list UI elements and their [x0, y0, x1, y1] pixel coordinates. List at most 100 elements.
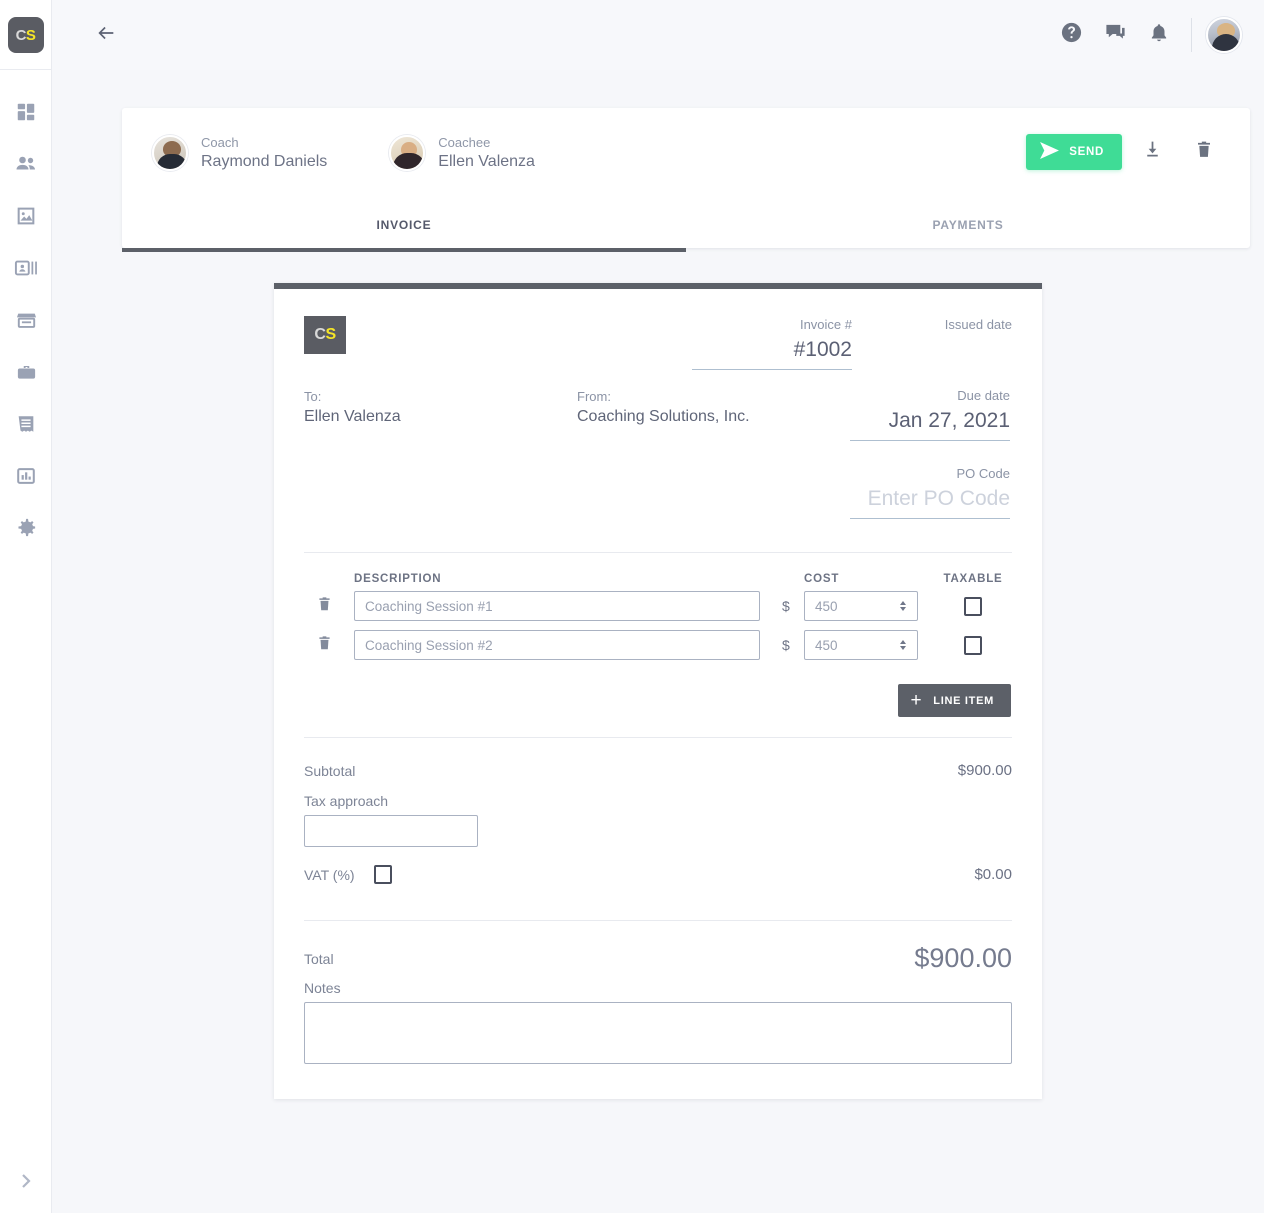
invoice-header-row: CS Invoice # #1002 Issued date — [304, 316, 1012, 370]
coach-avatar — [152, 135, 188, 171]
address-row: To: Ellen Valenza From: Coaching Solutio… — [304, 387, 1012, 519]
due-date-field[interactable]: Due date Jan 27, 2021 — [850, 387, 1010, 441]
sidebar-item-reports[interactable] — [0, 452, 52, 504]
stepper-up-icon — [900, 640, 906, 644]
totals-section: Subtotal $900.00 Tax approach VAT (%) $0… — [304, 762, 1012, 1069]
line-item-1-description-cell — [354, 591, 760, 621]
help-icon — [1060, 21, 1083, 49]
vat-label: VAT (%) — [304, 866, 355, 883]
vat-left-group: VAT (%) — [304, 865, 392, 884]
line-item-2-taxable-checkbox[interactable] — [964, 635, 982, 655]
trash-icon — [316, 634, 333, 657]
sidebar-items — [0, 88, 51, 556]
line-item-2-taxable-cell — [934, 635, 1012, 655]
people-icon — [14, 152, 38, 181]
dashboard-icon — [15, 101, 37, 128]
divider-above-totals — [304, 737, 1012, 738]
line-item-1-cost-stepper[interactable] — [897, 598, 909, 614]
add-line-item-button[interactable]: + LINE ITEM — [897, 684, 1011, 717]
app-root: CS Coach Raymond Daniels Coachee Ellen V… — [0, 0, 1264, 1213]
coachee-name: Ellen Valenza — [438, 153, 535, 170]
notifications-button[interactable] — [1137, 13, 1181, 57]
sidebar-item-contacts[interactable] — [0, 244, 52, 296]
line-item-1-taxable-cell — [934, 596, 1012, 616]
topbar — [52, 0, 1264, 70]
help-button[interactable] — [1049, 13, 1093, 57]
notes-textarea[interactable] — [304, 1002, 1012, 1064]
issued-date-label: Issued date — [944, 317, 1012, 332]
invoice-number-value: #1002 — [692, 334, 852, 370]
invoice-logo-letter-s: S — [325, 326, 336, 343]
sidebar-item-people[interactable] — [0, 140, 52, 192]
sidebar-item-settings[interactable] — [0, 504, 52, 556]
sidebar-item-invoices[interactable] — [0, 400, 52, 452]
stepper-up-icon — [900, 601, 906, 605]
briefcase-icon — [15, 361, 38, 388]
user-avatar[interactable] — [1206, 17, 1242, 53]
sidebar-item-store[interactable] — [0, 296, 52, 348]
po-code-label: PO Code — [956, 466, 1010, 481]
vat-checkbox[interactable] — [373, 865, 392, 884]
invoice-logo: CS — [304, 316, 346, 354]
vat-row: VAT (%) $0.00 — [304, 865, 1012, 884]
app-logo[interactable]: CS — [7, 17, 44, 53]
from-label: From: — [577, 389, 611, 404]
stepper-down-icon — [900, 646, 906, 650]
due-date-value: Jan 27, 2021 — [850, 405, 1010, 441]
po-code-field[interactable]: PO Code Enter PO Code — [850, 465, 1010, 519]
sidebar-item-dashboard[interactable] — [0, 88, 52, 140]
invoice-number-label: Invoice # — [799, 317, 852, 332]
tab-invoice[interactable]: INVOICE — [122, 202, 686, 252]
tax-approach-label: Tax approach — [304, 793, 389, 809]
plus-icon: + — [910, 690, 923, 711]
currency-symbol: $ — [782, 598, 790, 614]
download-icon — [1142, 139, 1163, 165]
messages-button[interactable] — [1093, 13, 1137, 57]
bell-icon — [1148, 22, 1170, 49]
tab-payments[interactable]: PAYMENTS — [686, 202, 1250, 248]
line-item-1-cost-cell: $ — [782, 591, 934, 621]
coachee-block: Coachee Ellen Valenza — [389, 134, 535, 172]
to-label: To: — [304, 389, 322, 404]
send-button[interactable]: SEND — [1026, 134, 1122, 170]
image-icon — [15, 205, 37, 232]
delete-line-item-1-button[interactable] — [304, 595, 354, 618]
total-label: Total — [304, 950, 334, 967]
column-header-taxable: TAXABLE — [943, 573, 1003, 585]
send-plane-icon — [1040, 142, 1069, 162]
back-arrow-icon — [95, 22, 117, 49]
back-button[interactable] — [84, 13, 128, 57]
from-block: From: Coaching Solutions, Inc. — [577, 387, 850, 519]
topbar-separator — [1191, 18, 1192, 52]
delete-button[interactable] — [1182, 132, 1226, 172]
delete-line-item-2-button[interactable] — [304, 634, 354, 657]
line-item-2-description-input[interactable] — [354, 630, 760, 660]
tax-approach-select[interactable] — [304, 815, 478, 847]
trash-icon — [316, 595, 333, 618]
currency-symbol: $ — [782, 637, 790, 653]
invoice-number-field[interactable]: Invoice # #1002 — [692, 316, 852, 370]
sidebar-item-media[interactable] — [0, 192, 52, 244]
line-item-1-taxable-checkbox[interactable] — [964, 596, 982, 616]
tab-payments-label: PAYMENTS — [932, 218, 1004, 232]
sidebar-item-briefcase[interactable] — [0, 348, 52, 400]
trash-icon — [1194, 139, 1214, 165]
from-value: Coaching Solutions, Inc. — [577, 408, 750, 425]
coach-role-label: Coach — [201, 135, 239, 150]
table-row: $ — [304, 630, 1012, 660]
to-value: Ellen Valenza — [304, 408, 401, 425]
coach-block: Coach Raymond Daniels — [152, 134, 327, 172]
subtotal-row: Subtotal $900.00 — [304, 762, 1012, 779]
total-row: Total $900.00 — [304, 943, 1012, 974]
tab-invoice-label: INVOICE — [376, 218, 432, 232]
column-header-cost: COST — [804, 573, 840, 585]
download-button[interactable] — [1130, 132, 1174, 172]
line-item-2-cost-stepper[interactable] — [897, 637, 909, 653]
issued-date-field[interactable]: Issued date — [852, 316, 1012, 370]
invoice-logo-letter-c: C — [314, 326, 326, 343]
line-item-1-description-input[interactable] — [354, 591, 760, 621]
sidebar: CS — [0, 0, 52, 1213]
main-area: Coach Raymond Daniels Coachee Ellen Vale… — [52, 0, 1264, 1213]
line-item-1-cost-wrapper — [804, 591, 918, 621]
expand-sidebar-button[interactable] — [0, 1161, 52, 1205]
